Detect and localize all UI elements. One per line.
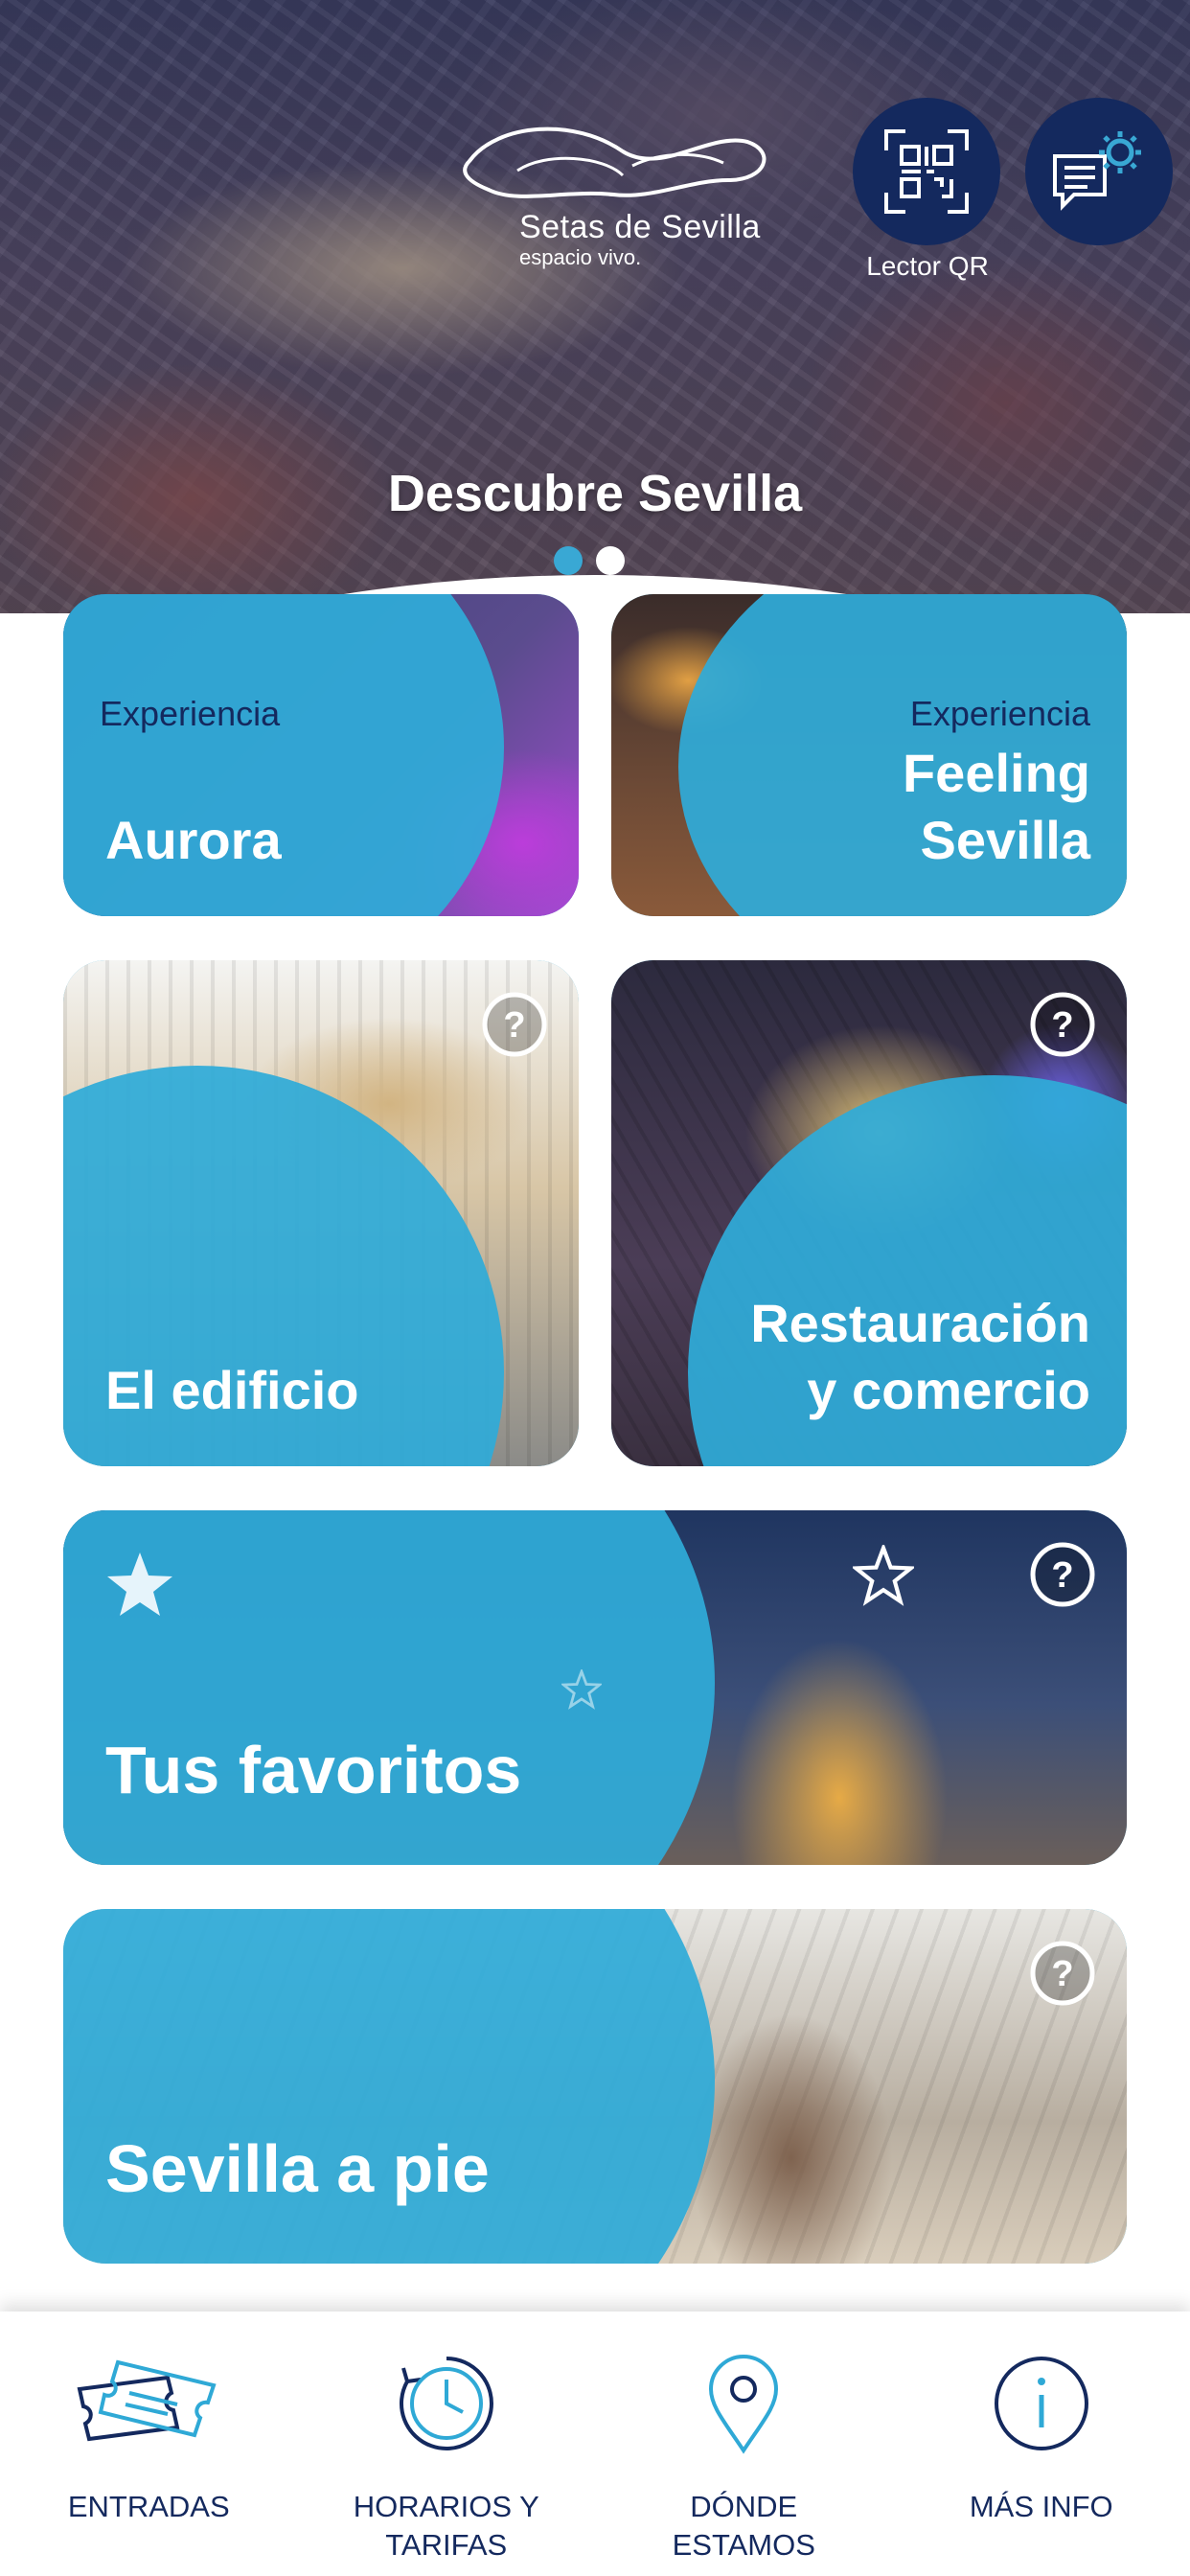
nav-item-entradas[interactable]: ENTRADAS [0, 2312, 298, 2576]
card-sevilla-a-pie[interactable]: ? Sevilla a pie [63, 1909, 1127, 2264]
card-feeling-sevilla[interactable]: Experiencia Feeling Sevilla [611, 594, 1127, 916]
bottom-nav: ENTRADAS HORARIOS Y TARIFAS DÓNDE ESTAMO… [0, 2312, 1190, 2576]
svg-text:?: ? [503, 1005, 525, 1046]
nav-label-horarios: HORARIOS Y TARIFAS [353, 2490, 539, 2562]
carousel-dot-2[interactable] [596, 546, 625, 575]
qr-code-icon [884, 129, 969, 214]
settings-button[interactable] [1025, 98, 1173, 245]
svg-text:?: ? [1051, 1555, 1073, 1596]
card-tus-favoritos[interactable]: ? Tus favoritos [63, 1510, 1127, 1865]
help-icon[interactable]: ? [1029, 991, 1096, 1058]
feeling-title-line2: Sevilla [920, 810, 1090, 870]
nav-item-donde-estamos[interactable]: DÓNDE ESTAMOS [595, 2312, 893, 2576]
svg-text:?: ? [1051, 1005, 1073, 1046]
chat-gear-icon [1053, 131, 1141, 211]
help-icon[interactable]: ? [481, 991, 548, 1058]
nav-label-donde-estamos: DÓNDE ESTAMOS [672, 2490, 815, 2562]
pie-wave [63, 1909, 715, 2264]
qr-reader-label[interactable]: Lector QR [834, 251, 1021, 282]
nav-label-mas-info: MÁS INFO [969, 2490, 1113, 2523]
favoritos-title: Tus favoritos [105, 1733, 522, 1807]
help-icon[interactable]: ? [1029, 1541, 1096, 1608]
pie-title: Sevilla a pie [105, 2131, 490, 2206]
carousel-title: Descubre Sevilla [387, 465, 803, 522]
card-el-edificio[interactable]: ? El edificio [63, 960, 579, 1466]
star-filled-icon [107, 1552, 172, 1616]
feeling-kicker: Experiencia [909, 694, 1090, 733]
info-icon [994, 2357, 1088, 2450]
restauracion-title-line2: y comercio [807, 1360, 1090, 1420]
location-pin-icon [709, 2355, 779, 2454]
card-aurora[interactable]: Experiencia Aurora [63, 594, 579, 916]
restauracion-title-line1: Restauración [750, 1293, 1090, 1353]
carousel-dot-1[interactable] [554, 546, 583, 575]
aurora-kicker: Experiencia [100, 694, 281, 733]
nav-item-horarios[interactable]: HORARIOS Y TARIFAS [298, 2312, 596, 2576]
star-outline-icon[interactable] [853, 1545, 914, 1606]
feeling-title-line1: Feeling [902, 743, 1090, 803]
card-restauracion-comercio[interactable]: ? Restauración y comercio [611, 960, 1127, 1466]
nav-label-entradas: ENTRADAS [67, 2490, 230, 2523]
help-icon[interactable]: ? [1029, 1940, 1096, 2007]
nav-item-mas-info[interactable]: MÁS INFO [893, 2312, 1190, 2576]
star-outline-icon [561, 1669, 602, 1710]
logo-subtitle: espacio vivo. [519, 245, 642, 269]
clock-icon [399, 2357, 493, 2450]
ticket-icon [77, 2359, 217, 2442]
svg-text:?: ? [1051, 1954, 1073, 1994]
aurora-title: Aurora [105, 810, 282, 870]
edificio-title: El edificio [105, 1360, 359, 1420]
logo-title: Setas de Sevilla [519, 209, 761, 245]
qr-reader-button[interactable] [853, 98, 1000, 245]
carousel-dots[interactable] [554, 546, 625, 575]
